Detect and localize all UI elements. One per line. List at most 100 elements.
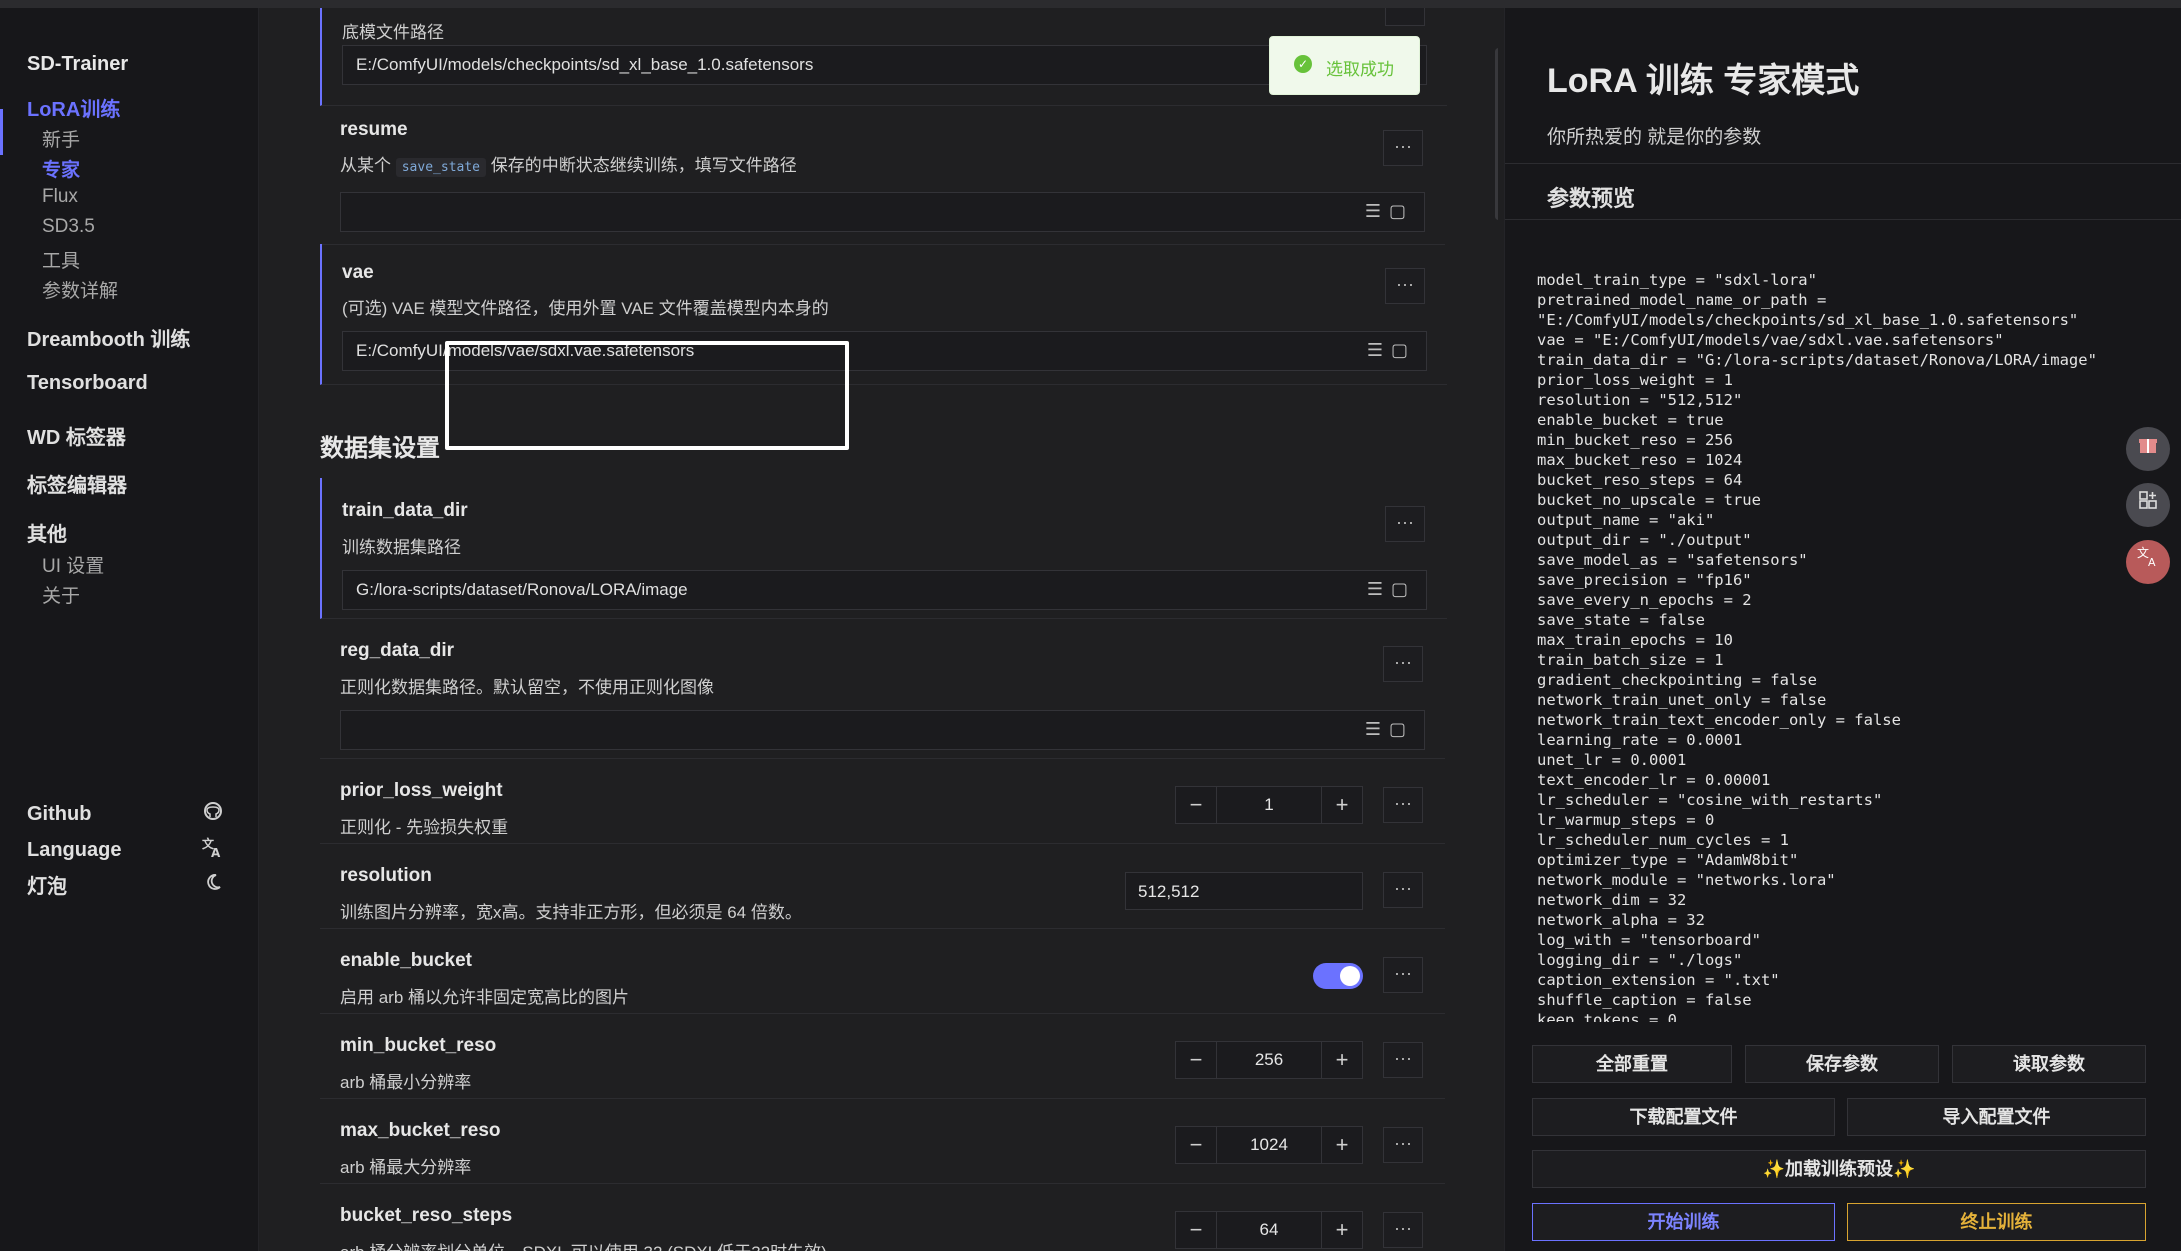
more-button[interactable]: ··· bbox=[1383, 1127, 1423, 1163]
min-bucket-reso-value[interactable]: 256 bbox=[1216, 1042, 1322, 1078]
list-folder-icons[interactable]: ☰▢ bbox=[1365, 201, 1414, 222]
decrement-button[interactable]: − bbox=[1176, 1212, 1216, 1248]
list-folder-icons[interactable]: ☰▢ bbox=[1365, 719, 1414, 740]
prior-loss-weight-desc: 正则化 - 先验损失权重 bbox=[340, 813, 508, 838]
apps-icon[interactable] bbox=[2126, 483, 2170, 527]
preview-line: "E:/ComfyUI/models/checkpoints/sd_xl_bas… bbox=[1537, 310, 2137, 330]
start-training-button[interactable]: 开始训练 bbox=[1532, 1203, 1835, 1241]
nav-tensorboard[interactable]: Tensorboard bbox=[27, 372, 148, 395]
bucket-reso-steps-value[interactable]: 64 bbox=[1216, 1212, 1322, 1248]
prior-loss-weight-stepper[interactable]: − 1 + bbox=[1175, 786, 1363, 824]
download-config-button[interactable]: 下载配置文件 bbox=[1532, 1098, 1835, 1136]
more-button[interactable]: ··· bbox=[1383, 872, 1423, 908]
more-button[interactable]: ··· bbox=[1385, 506, 1425, 542]
resolution-value: 512,512 bbox=[1138, 882, 1199, 902]
setting-enable-bucket: enable_bucket 启用 arb 桶以允许非固定宽高比的图片 ··· bbox=[320, 928, 1445, 1014]
divider bbox=[1505, 163, 2181, 164]
min-bucket-reso-desc: arb 桶最小分辨率 bbox=[340, 1068, 471, 1093]
panel-title: LoRA 训练 专家模式 bbox=[1547, 53, 1859, 102]
nav-lora-beginner[interactable]: 新手 bbox=[42, 125, 80, 152]
more-button[interactable]: ··· bbox=[1385, 8, 1425, 26]
preview-line: network_train_text_encoder_only = false bbox=[1537, 710, 2137, 730]
vae-name: vae bbox=[342, 262, 374, 284]
main-content: 底模文件路径 ··· E:/ComfyUI/models/checkpoints… bbox=[258, 8, 1498, 1251]
max-bucket-reso-value[interactable]: 1024 bbox=[1216, 1127, 1322, 1163]
preview-line: save_model_as = "safetensors" bbox=[1537, 550, 2137, 570]
more-button[interactable]: ··· bbox=[1383, 1212, 1423, 1248]
prior-loss-weight-value[interactable]: 1 bbox=[1216, 787, 1322, 823]
preview-line: unet_lr = 0.0001 bbox=[1537, 750, 2137, 770]
increment-button[interactable]: + bbox=[1322, 1127, 1362, 1163]
more-button[interactable]: ··· bbox=[1383, 787, 1423, 823]
more-button[interactable]: ··· bbox=[1383, 1042, 1423, 1078]
nav-lora-expert[interactable]: 专家 bbox=[42, 155, 80, 182]
preview-line: bucket_reso_steps = 64 bbox=[1537, 470, 2137, 490]
pretrained-path-input[interactable]: E:/ComfyUI/models/checkpoints/sd_xl_base… bbox=[342, 45, 1427, 85]
nav-lora-training[interactable]: LoRA训练 bbox=[27, 93, 120, 122]
enable-bucket-toggle[interactable] bbox=[1313, 963, 1363, 989]
resume-name: resume bbox=[340, 119, 408, 141]
translate-icon[interactable]: 文A bbox=[2126, 540, 2170, 584]
nav-ui-settings[interactable]: UI 设置 bbox=[42, 551, 104, 578]
increment-button[interactable]: + bbox=[1322, 1212, 1362, 1248]
params-preview[interactable]: model_train_type = "sdxl-lora"pretrained… bbox=[1537, 270, 2137, 1022]
resume-desc: 从某个 save_state 保存的中断状态继续训练，填写文件路径 bbox=[340, 151, 797, 176]
more-button[interactable]: ··· bbox=[1385, 268, 1425, 304]
language-switch[interactable]: Language 文A bbox=[27, 836, 223, 864]
max-bucket-reso-stepper[interactable]: − 1024 + bbox=[1175, 1126, 1363, 1164]
setting-max-bucket-reso: max_bucket_reso arb 桶最大分辨率 − 1024 + ··· bbox=[320, 1098, 1445, 1184]
nav-lora-flux[interactable]: Flux bbox=[42, 186, 78, 208]
setting-bucket-reso-steps: bucket_reso_steps arb 桶分辨率划分单位，SDXL 可以使用… bbox=[320, 1183, 1445, 1251]
resolution-input[interactable]: 512,512 bbox=[1125, 872, 1363, 910]
preview-line: bucket_no_upscale = true bbox=[1537, 490, 2137, 510]
more-button[interactable]: ··· bbox=[1383, 130, 1423, 166]
nav-dreambooth[interactable]: Dreambooth 训练 bbox=[27, 323, 190, 352]
preview-line: network_train_unet_only = false bbox=[1537, 690, 2137, 710]
increment-button[interactable]: + bbox=[1322, 787, 1362, 823]
nav-other[interactable]: 其他 bbox=[27, 518, 67, 547]
bucket-reso-steps-name: bucket_reso_steps bbox=[340, 1205, 512, 1227]
decrement-button[interactable]: − bbox=[1176, 787, 1216, 823]
main-scrollbar[interactable] bbox=[1495, 48, 1498, 220]
theme-label: 灯泡 bbox=[27, 870, 67, 899]
increment-button[interactable]: + bbox=[1322, 1042, 1362, 1078]
more-button[interactable]: ··· bbox=[1383, 957, 1423, 993]
bucket-reso-steps-stepper[interactable]: − 64 + bbox=[1175, 1211, 1363, 1249]
decrement-button[interactable]: − bbox=[1176, 1042, 1216, 1078]
preview-line: caption_extension = ".txt" bbox=[1537, 970, 2137, 990]
resume-path-input[interactable]: ☰▢ bbox=[340, 192, 1425, 232]
app-brand[interactable]: SD-Trainer bbox=[27, 53, 128, 76]
setting-resume: resume 从某个 save_state 保存的中断状态继续训练，填写文件路径… bbox=[320, 105, 1445, 245]
preview-line: output_name = "aki" bbox=[1537, 510, 2137, 530]
nav-tag-editor[interactable]: 标签编辑器 bbox=[27, 469, 127, 498]
list-folder-icons[interactable]: ☰▢ bbox=[1367, 579, 1416, 600]
import-config-button[interactable]: 导入配置文件 bbox=[1847, 1098, 2146, 1136]
save-params-button[interactable]: 保存参数 bbox=[1745, 1045, 1939, 1083]
setting-prior-loss-weight: prior_loss_weight 正则化 - 先验损失权重 − 1 + ··· bbox=[320, 758, 1445, 844]
reg-data-dir-input[interactable]: ☰▢ bbox=[340, 710, 1425, 750]
min-bucket-reso-stepper[interactable]: − 256 + bbox=[1175, 1041, 1363, 1079]
more-button[interactable]: ··· bbox=[1383, 646, 1423, 682]
reg-data-dir-name: reg_data_dir bbox=[340, 640, 454, 662]
preview-line: shuffle_caption = false bbox=[1537, 990, 2137, 1010]
nav-lora-tools[interactable]: 工具 bbox=[42, 246, 80, 273]
gift-icon[interactable] bbox=[2126, 427, 2170, 471]
divider bbox=[1505, 219, 2181, 220]
load-params-button[interactable]: 读取参数 bbox=[1952, 1045, 2146, 1083]
load-preset-button[interactable]: ✨加载训练预设✨ bbox=[1532, 1150, 2146, 1188]
nav-wd-tagger[interactable]: WD 标签器 bbox=[27, 421, 126, 450]
preview-line: log_with = "tensorboard" bbox=[1537, 930, 2137, 950]
language-label: Language bbox=[27, 839, 121, 862]
active-nav-indicator bbox=[0, 109, 3, 155]
train-data-dir-input[interactable]: G:/lora-scripts/dataset/Ronova/LORA/imag… bbox=[342, 570, 1427, 610]
theme-toggle[interactable]: 灯泡 bbox=[27, 870, 223, 899]
list-folder-icons[interactable]: ☰▢ bbox=[1367, 340, 1416, 361]
preview-line: vae = "E:/ComfyUI/models/vae/sdxl.vae.sa… bbox=[1537, 330, 2137, 350]
nav-lora-sd35[interactable]: SD3.5 bbox=[42, 216, 95, 238]
reset-all-button[interactable]: 全部重置 bbox=[1532, 1045, 1732, 1083]
github-link[interactable]: Github bbox=[27, 801, 223, 827]
nav-about[interactable]: 关于 bbox=[42, 581, 80, 608]
decrement-button[interactable]: − bbox=[1176, 1127, 1216, 1163]
nav-lora-params-detail[interactable]: 参数详解 bbox=[42, 276, 118, 303]
stop-training-button[interactable]: 终止训练 bbox=[1847, 1203, 2146, 1241]
